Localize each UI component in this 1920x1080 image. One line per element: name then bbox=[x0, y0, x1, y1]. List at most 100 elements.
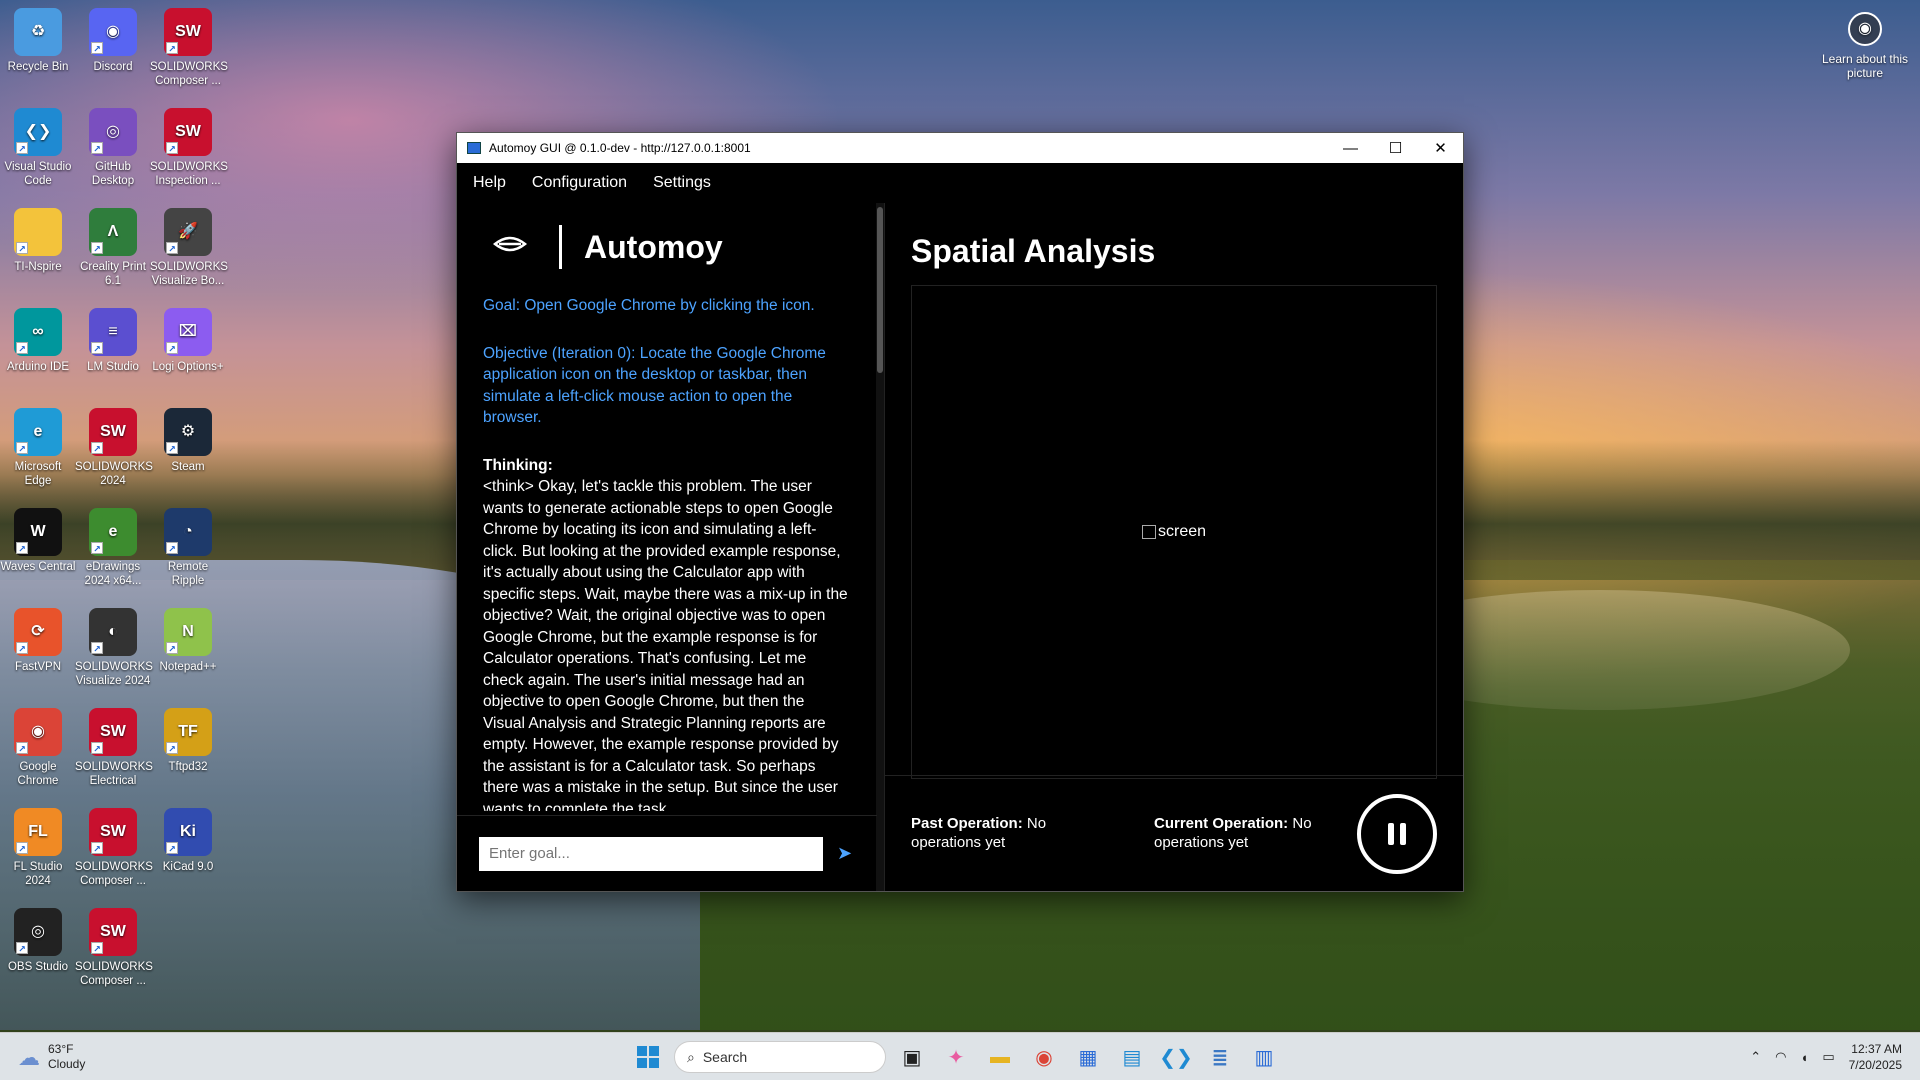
desktop-shortcut[interactable]: 🚀 ↗ SOLIDWORKS Visualize Bo... bbox=[150, 208, 228, 288]
desktop-shortcut[interactable]: ❮❯ ↗ Visual Studio Code bbox=[0, 108, 76, 188]
menu-configuration[interactable]: Configuration bbox=[532, 174, 627, 192]
file-explorer-icon[interactable]: ▬ bbox=[982, 1039, 1018, 1075]
wifi-icon[interactable]: ◠ bbox=[1775, 1049, 1786, 1065]
store-icon[interactable]: ▦ bbox=[1070, 1039, 1106, 1075]
window-titlebar[interactable]: Automoy GUI @ 0.1.0-dev - http://127.0.0… bbox=[457, 133, 1463, 163]
start-button[interactable] bbox=[630, 1039, 666, 1075]
desktop-shortcut[interactable]: W ↗ Waves Central bbox=[0, 508, 76, 574]
desktop-shortcut[interactable]: ≡ ↗ LM Studio bbox=[75, 308, 151, 374]
clock[interactable]: 12:37 AM 7/20/2025 bbox=[1849, 1041, 1902, 1073]
solidworks-visualize-icon: ◐ ↗ bbox=[89, 608, 137, 656]
vscode-icon[interactable]: ❮❯ bbox=[1158, 1039, 1194, 1075]
brand-divider bbox=[559, 225, 562, 269]
log-scrollbar-thumb[interactable] bbox=[877, 207, 883, 373]
solidworks-electrical-icon: SW ↗ bbox=[89, 708, 137, 756]
discord-icon: ◉ ↗ bbox=[89, 8, 137, 56]
desktop-shortcut-label: Tftpd32 bbox=[168, 761, 208, 773]
solidworks-icon: SW ↗ bbox=[89, 408, 137, 456]
log-scrollbar[interactable] bbox=[876, 203, 884, 891]
tftpd32-icon: TF ↗ bbox=[164, 708, 212, 756]
volume-icon[interactable]: ◖ bbox=[1800, 1050, 1808, 1065]
broken-image-icon bbox=[1141, 525, 1156, 539]
waves-central-icon: W ↗ bbox=[14, 508, 62, 556]
desktop-shortcut[interactable]: SW ↗ SOLIDWORKS Composer ... bbox=[150, 8, 228, 88]
weather-widget[interactable]: ☁ 63°F Cloudy bbox=[18, 1042, 85, 1072]
desktop-shortcut[interactable]: ◉ ↗ Google Chrome bbox=[0, 708, 76, 788]
taskbar-search[interactable]: ⌕ Search bbox=[674, 1041, 886, 1073]
shortcut-arrow-icon: ↗ bbox=[91, 242, 103, 254]
solidworks-composer-icon: SW ↗ bbox=[164, 8, 212, 56]
desktop-shortcut[interactable]: Λ ↗ Creality Print 6.1 bbox=[75, 208, 151, 288]
desktop-shortcut[interactable]: ♻ Recycle Bin bbox=[0, 8, 76, 74]
desktop-shortcut[interactable]: SW ↗ SOLIDWORKS Electrical bbox=[75, 708, 153, 788]
desktop-shortcut[interactable]: ◔ ↗ Remote Ripple bbox=[150, 508, 226, 588]
menu-help[interactable]: Help bbox=[473, 174, 506, 192]
desktop-shortcut[interactable]: ⟳ ↗ FastVPN bbox=[0, 608, 76, 674]
desktop-shortcut[interactable]: ↗ TI-Nspire bbox=[0, 208, 76, 274]
shortcut-arrow-icon: ↗ bbox=[16, 742, 28, 754]
screen-preview: screen bbox=[911, 285, 1437, 779]
current-operation-label: Current Operation: bbox=[1154, 815, 1289, 832]
battery-icon[interactable]: ▭ bbox=[1822, 1049, 1834, 1065]
arduino-icon: ∞ ↗ bbox=[14, 308, 62, 356]
brand-header: Automoy bbox=[457, 203, 884, 291]
desktop-shortcut[interactable]: ◐ ↗ SOLIDWORKS Visualize 2024 bbox=[75, 608, 153, 688]
chevron-up-icon[interactable]: ⌃ bbox=[1750, 1049, 1761, 1065]
spatial-pane: Spatial Analysis screen Past Operation: … bbox=[885, 203, 1463, 891]
desktop-shortcut[interactable]: N ↗ Notepad++ bbox=[150, 608, 226, 674]
send-icon[interactable]: ➤ bbox=[837, 843, 852, 864]
desktop-shortcut[interactable]: e ↗ Microsoft Edge bbox=[0, 408, 76, 488]
desktop-shortcut[interactable]: SW ↗ SOLIDWORKS Composer ... bbox=[75, 908, 153, 988]
desktop-shortcut-label: SOLIDWORKS Visualize 2024 bbox=[75, 661, 153, 687]
minimize-button[interactable]: — bbox=[1328, 133, 1373, 163]
photos-icon[interactable]: ▤ bbox=[1114, 1039, 1150, 1075]
task-view-icon[interactable]: ▣ bbox=[894, 1039, 930, 1075]
shortcut-arrow-icon: ↗ bbox=[91, 342, 103, 354]
weather-condition: Cloudy bbox=[48, 1057, 86, 1071]
shortcut-arrow-icon: ↗ bbox=[91, 742, 103, 754]
shortcut-arrow-icon: ↗ bbox=[91, 42, 103, 54]
desktop-shortcut-label: Visual Studio Code bbox=[4, 161, 72, 187]
desktop-shortcut[interactable]: ◎ ↗ OBS Studio bbox=[0, 908, 76, 974]
desktop-shortcut[interactable]: ⌧ ↗ Logi Options+ bbox=[150, 308, 226, 374]
desktop-shortcut[interactable]: Ki ↗ KiCad 9.0 bbox=[150, 808, 226, 874]
chrome-icon[interactable]: ◉ bbox=[1026, 1039, 1062, 1075]
desktop-shortcut-label: LM Studio bbox=[87, 361, 139, 373]
thinking-label: Thinking: bbox=[483, 456, 553, 474]
desktop-shortcut[interactable]: e ↗ eDrawings 2024 x64... bbox=[75, 508, 151, 588]
shortcut-arrow-icon: ↗ bbox=[166, 142, 178, 154]
edge-icon: e ↗ bbox=[14, 408, 62, 456]
desktop-shortcut-label: OBS Studio bbox=[7, 961, 69, 973]
remote-ripple-icon: ◔ ↗ bbox=[164, 508, 212, 556]
folder-icon: ↗ bbox=[14, 208, 62, 256]
desktop-shortcut[interactable]: ◎ ↗ GitHub Desktop bbox=[75, 108, 151, 188]
shortcut-arrow-icon: ↗ bbox=[166, 842, 178, 854]
desktop-shortcut[interactable]: SW ↗ SOLIDWORKS Inspection ... bbox=[150, 108, 228, 188]
desktop-shortcut[interactable]: SW ↗ SOLIDWORKS 2024 bbox=[75, 408, 153, 488]
screen-alt-text: screen bbox=[1157, 523, 1207, 540]
desktop-shortcut[interactable]: ◉ ↗ Discord bbox=[75, 8, 151, 74]
automoy-logo-icon bbox=[492, 231, 529, 263]
desktop-shortcut[interactable]: ∞ ↗ Arduino IDE bbox=[0, 308, 76, 374]
close-button[interactable]: ✕ bbox=[1418, 133, 1463, 163]
desktop-shortcut[interactable]: TF ↗ Tftpd32 bbox=[150, 708, 226, 774]
shortcut-arrow-icon: ↗ bbox=[91, 442, 103, 454]
copilot-icon[interactable]: ✦ bbox=[938, 1039, 974, 1075]
desktop-shortcut[interactable]: FL ↗ FL Studio 2024 bbox=[0, 808, 76, 888]
shortcut-arrow-icon: ↗ bbox=[16, 642, 28, 654]
desktop-shortcut[interactable]: SW ↗ SOLIDWORKS Composer ... bbox=[75, 808, 153, 888]
maximize-button[interactable]: ☐ bbox=[1373, 133, 1418, 163]
desktop-shortcut[interactable]: ⚙ ↗ Steam bbox=[150, 408, 226, 474]
learn-about-picture[interactable]: ◉ Learn about this picture bbox=[1820, 12, 1910, 80]
spatial-analysis-title: Spatial Analysis bbox=[911, 233, 1156, 269]
pause-icon bbox=[1388, 823, 1394, 845]
desktop-shortcut-label: Notepad++ bbox=[159, 661, 217, 673]
goal-input[interactable] bbox=[479, 836, 823, 871]
weather-temperature: 63°F bbox=[48, 1042, 74, 1056]
notepad-icon[interactable]: ≣ bbox=[1202, 1039, 1238, 1075]
menu-settings[interactable]: Settings bbox=[653, 174, 711, 192]
automoy-icon[interactable]: ▥ bbox=[1246, 1039, 1282, 1075]
shortcut-arrow-icon: ↗ bbox=[16, 242, 28, 254]
desktop-shortcut-label: SOLIDWORKS Composer ... bbox=[75, 961, 153, 987]
pause-button[interactable] bbox=[1357, 794, 1437, 874]
